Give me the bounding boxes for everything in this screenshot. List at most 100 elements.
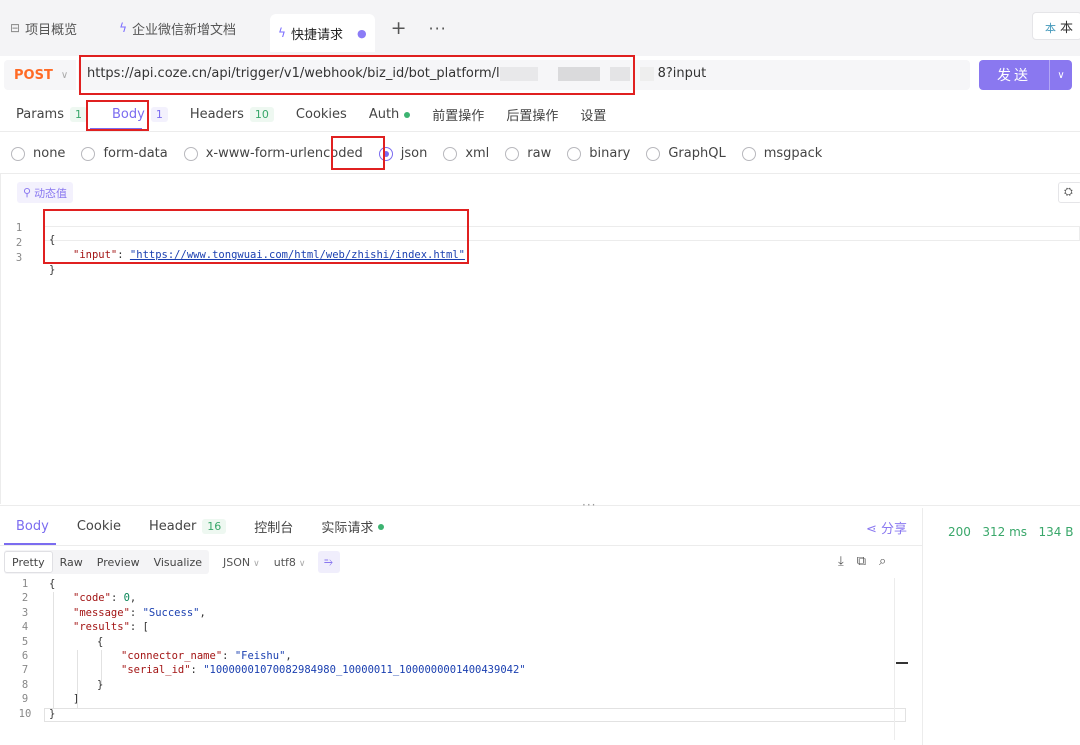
chevron-down-icon: ∨ <box>60 69 69 81</box>
format-raw[interactable]: Raw <box>53 556 90 569</box>
word-wrap-icon[interactable]: ⥱ <box>317 551 340 573</box>
radio-circle <box>505 146 520 161</box>
json-value: "10000001070082984980_10000011_100000000… <box>203 664 526 677</box>
request-tabs: Params 1 Body 1 Headers 10 Cookies Auth 前置操… <box>0 98 1080 132</box>
format-preview[interactable]: Preview <box>90 556 147 569</box>
code-line: 1 { <box>0 210 1080 246</box>
current-line-highlight <box>44 708 906 722</box>
radio-raw[interactable]: raw <box>505 146 551 161</box>
redacted-block <box>639 66 654 81</box>
active-tab-indicator <box>4 543 56 545</box>
tab-body[interactable]: Body 1 <box>112 107 168 122</box>
radio-x-www-form-urlencoded[interactable]: x-www-form-urlencoded <box>183 146 363 161</box>
line-number: 6 <box>21 650 29 662</box>
env-selector[interactable]: 本本 <box>1032 12 1080 40</box>
code-line: 9] <box>0 693 910 707</box>
format-switch: Pretty Raw Preview Visualize <box>4 550 210 574</box>
radio-label: form-data <box>103 146 168 161</box>
scrollbar[interactable] <box>894 578 908 740</box>
code-line: 8} <box>0 679 910 693</box>
response-toolbar: Pretty Raw Preview Visualize JSON ∨ utf8 ∨… <box>4 550 340 574</box>
tab-headers[interactable]: Headers 10 <box>190 107 274 122</box>
method-label: POST <box>14 67 53 83</box>
tab-cookies[interactable]: Cookies <box>296 107 347 122</box>
code-text: { <box>97 635 104 648</box>
format-visualize[interactable]: Visualize <box>147 556 209 569</box>
radio-graphql[interactable]: GraphQL <box>646 146 726 161</box>
tab-pre-operations[interactable]: 前置操作 <box>432 105 484 124</box>
code-line: 6 "connector_name": "Feishu", <box>0 650 910 664</box>
tab-project-overview[interactable]: ⊟ 项目概览 <box>2 10 85 46</box>
response-stats-panel: 200 312 ms 134 B <box>922 508 1080 745</box>
dynamic-value-button[interactable]: ⚲ 动态值 <box>17 182 74 203</box>
radio-binary[interactable]: binary <box>567 146 630 161</box>
tab-label: 项目概览 <box>25 22 78 38</box>
radio-json[interactable]: json <box>378 146 428 161</box>
share-button[interactable]: ⋖ 分享 <box>866 518 907 537</box>
tab-post-operations[interactable]: 后置操作 <box>506 105 558 124</box>
new-tab-button[interactable]: + <box>391 17 407 39</box>
tab-label: 快捷请求 <box>290 27 343 43</box>
code-text: } <box>49 264 56 276</box>
bolt-icon: ϟ <box>278 26 286 40</box>
tab-wecom-new-doc[interactable]: ϟ 企业微信新增文档 <box>111 10 244 46</box>
encoding-select[interactable]: utf8 ∨ <box>274 556 306 569</box>
tab-label: 实际请求 <box>321 521 374 536</box>
radio-form-data[interactable]: form-data <box>81 146 168 161</box>
code-line: 1{ <box>0 578 910 592</box>
response-tab-body[interactable]: Body <box>16 519 49 534</box>
radio-label: json <box>400 146 428 161</box>
tab-label: Body <box>16 519 49 534</box>
encoding-label: utf8 <box>273 555 296 569</box>
tab-label: Auth <box>368 107 400 122</box>
document-tab-bar: ⊟ 项目概览 ϟ 企业微信新增文档 ϟ 快捷请求 ● + ··· 本本 <box>0 0 1080 56</box>
code-line: 5{ <box>0 636 910 650</box>
editor-tools-button[interactable]: ⛭ <box>1058 182 1080 203</box>
search-icon[interactable]: ⌕ <box>879 554 886 569</box>
tab-label: Header <box>148 519 197 534</box>
tab-settings[interactable]: 设置 <box>580 105 606 124</box>
response-tabs: Body Cookie Header 16 控制台 实际请求 <box>0 508 922 546</box>
json-key: "serial_id" <box>121 664 191 677</box>
tab-auth[interactable]: Auth <box>368 107 411 122</box>
radio-msgpack[interactable]: msgpack <box>741 146 822 161</box>
radio-circle <box>567 146 582 161</box>
radio-label: raw <box>527 146 552 161</box>
tab-quick-request[interactable]: ϟ 快捷请求 ● <box>270 14 375 52</box>
response-tab-console[interactable]: 控制台 <box>254 517 293 536</box>
tab-label: Headers <box>189 107 244 122</box>
tab-params[interactable]: Params 1 <box>16 107 87 122</box>
tab-label: Body <box>111 107 145 122</box>
code-text: { <box>49 578 56 590</box>
radio-circle <box>741 146 756 161</box>
send-button[interactable]: 发送 ∨ <box>979 60 1072 90</box>
tab-label: 前置操作 <box>432 109 485 124</box>
redacted-block <box>557 66 600 81</box>
tab-label: 设置 <box>580 109 607 124</box>
response-tab-cookie[interactable]: Cookie <box>77 519 121 534</box>
radio-label: binary <box>589 146 631 161</box>
response-tab-header[interactable]: Header 16 <box>148 519 227 534</box>
panel-divider[interactable] <box>0 505 1080 506</box>
download-icon[interactable]: ⤓ <box>838 554 844 569</box>
radio-none[interactable]: none <box>11 146 65 161</box>
code-line: 3 } <box>0 240 1080 276</box>
count-badge: 16 <box>202 519 227 534</box>
layout-icon: ⊟ <box>10 21 21 35</box>
more-tabs-button[interactable]: ··· <box>428 19 446 38</box>
radio-xml[interactable]: xml <box>443 146 489 161</box>
response-tab-actual-request[interactable]: 实际请求 <box>321 517 385 536</box>
copy-icon[interactable]: ⧉ <box>857 554 866 569</box>
response-size: 134 B <box>1038 525 1074 539</box>
language-select[interactable]: JSON ∨ <box>223 556 260 569</box>
radio-label: GraphQL <box>668 146 726 161</box>
url-input[interactable]: https://api.coze.cn/api/trigger/v1/webho… <box>78 60 970 90</box>
code-line: 2 "input": "https://www.tongwuai.com/htm… <box>0 225 1080 261</box>
code-text: ] <box>73 693 80 706</box>
request-body-editor[interactable]: 1 { 2 "input": "https://www.tongwuai.com… <box>0 210 1080 500</box>
json-key: "results" <box>73 621 130 634</box>
line-number: 7 <box>21 664 29 677</box>
format-pretty[interactable]: Pretty <box>4 551 53 573</box>
send-options-chevron-icon[interactable]: ∨ <box>1050 70 1072 81</box>
method-select[interactable]: POST ∨ <box>4 60 76 90</box>
